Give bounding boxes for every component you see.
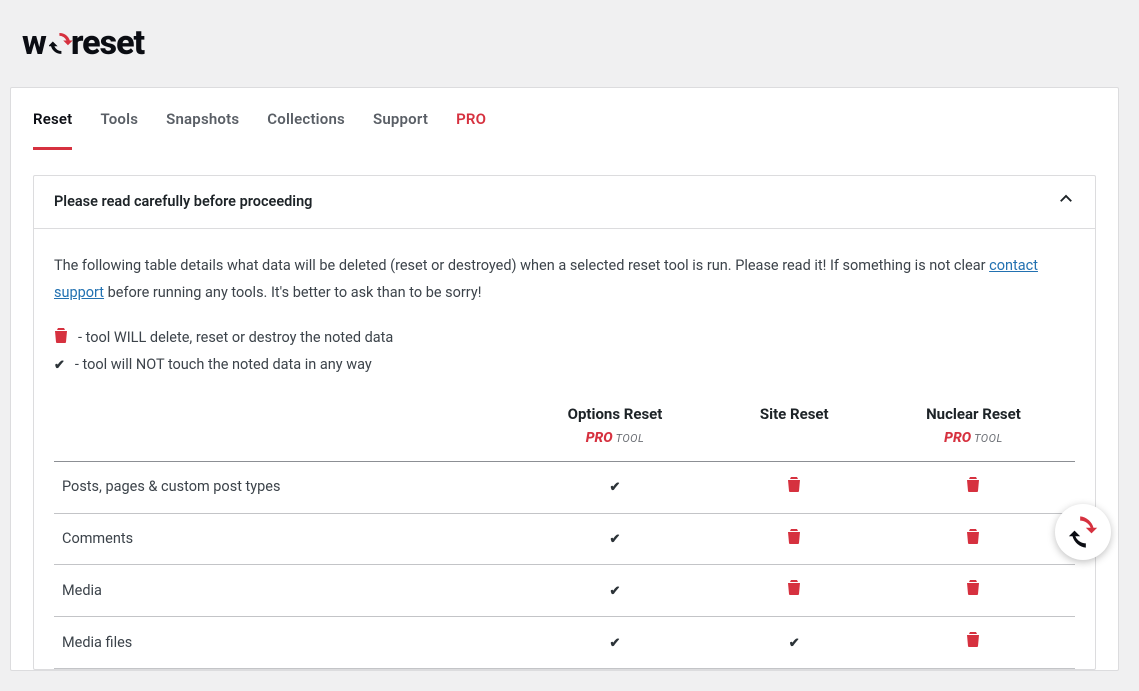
trash-icon [787,476,801,499]
cell [717,617,872,669]
chevron-up-icon [1057,190,1075,215]
table-row: Media files [54,617,1075,669]
main-card: Reset Tools Snapshots Collections Support PRO… [10,87,1119,671]
col-0 [54,393,513,461]
check-icon [610,582,621,599]
reset-table: Options ResetPRO TOOLSite ResetNuclear R… [54,393,1075,669]
check-icon [610,530,621,547]
trash-icon [966,631,980,654]
tab-bar: Reset Tools Snapshots Collections Support PRO [11,88,1118,151]
cell [872,461,1075,513]
trash-icon [787,579,801,602]
intro-text: The following table details what data wi… [54,253,1075,307]
table-row: Media [54,565,1075,617]
brand-part2: reset [71,18,144,69]
intro-after: before running any tools. It's better to… [104,284,481,301]
tab-support[interactable]: Support [373,108,428,150]
row-label: Comments [54,513,513,565]
cell [717,461,872,513]
tab-reset[interactable]: Reset [33,108,72,150]
tab-tools[interactable]: Tools [100,108,138,150]
legend-delete-text: - tool WILL delete, reset or destroy the… [78,327,393,349]
cell [872,565,1075,617]
cell [717,565,872,617]
col-3: Nuclear ResetPRO TOOL [872,393,1075,461]
col-1: Options ResetPRO TOOL [513,393,716,461]
trash-icon [54,327,68,350]
trash-icon [787,528,801,551]
row-label: Posts, pages & custom post types [54,461,513,513]
col-2: Site Reset [717,393,872,461]
cell [513,617,716,669]
cell [513,565,716,617]
cell [872,617,1075,669]
refresh-fab[interactable] [1055,504,1111,560]
legend: - tool WILL delete, reset or destroy the… [54,327,1075,376]
trash-icon [966,476,980,499]
tab-snapshots[interactable]: Snapshots [166,108,239,150]
tab-collections[interactable]: Collections [267,108,345,150]
table-row: Comments [54,513,1075,565]
cell [513,513,716,565]
logo-area: w reset [10,10,1119,87]
check-icon [610,634,621,651]
brand-logo: w reset [22,18,144,69]
intro-before: The following table details what data wi… [54,257,989,274]
legend-keep: - tool will NOT touch the noted data in … [54,354,1075,376]
check-icon [54,354,65,376]
panel-title: Please read carefully before proceeding [54,191,312,213]
legend-keep-text: - tool will NOT touch the noted data in … [75,354,372,376]
warning-panel: Please read carefully before proceeding … [33,175,1096,670]
cell [513,461,716,513]
row-label: Media files [54,617,513,669]
trash-icon [966,528,980,551]
cell [872,513,1075,565]
refresh-icon [49,32,73,56]
panel-toggle[interactable]: Please read carefully before proceeding [34,176,1095,230]
legend-delete: - tool WILL delete, reset or destroy the… [54,327,1075,350]
panel-body: The following table details what data wi… [34,229,1095,669]
trash-icon [966,579,980,602]
cell [717,513,872,565]
check-icon [610,478,621,495]
brand-part1: w [22,18,46,69]
refresh-icon [1066,515,1100,549]
tab-pro[interactable]: PRO [456,108,486,150]
check-icon [789,634,800,651]
row-label: Media [54,565,513,617]
table-row: Posts, pages & custom post types [54,461,1075,513]
